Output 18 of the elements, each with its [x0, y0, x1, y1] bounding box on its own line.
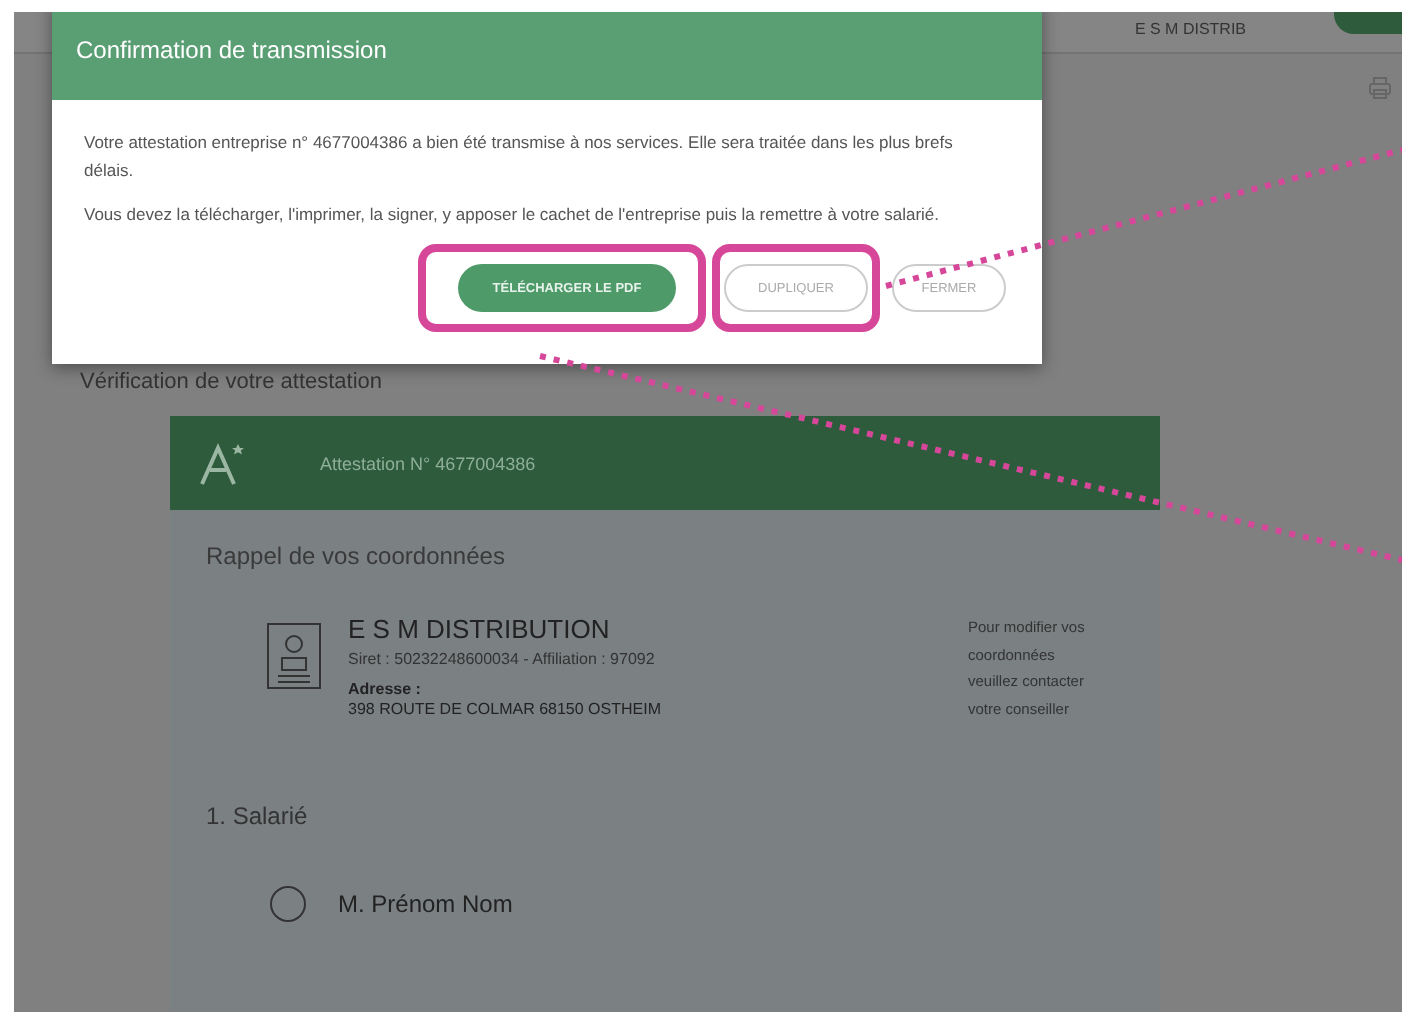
dialog-text: Votre attestation entreprise n° 4677004386 a bien été transmise à nos services. Elle sera traitée dans les plus brefs délais. — [84, 130, 955, 184]
page-title: Vérification de votre attestation — [80, 370, 385, 398]
company-name: E S M DISTRIBUTION — [348, 614, 612, 644]
company-ids: Siret : 50232248600034 - Affiliation : 97092 — [348, 650, 657, 668]
dialog-text: Vous devez la télécharger, l'imprimer, la signer, y apposer le cachet de l'entreprise puis la remettre à votre salarié. — [84, 202, 942, 228]
company-address: 398 ROUTE DE COLMAR 68150 OSTHEIM — [348, 700, 663, 718]
id-card-icon — [266, 618, 322, 690]
logo-icon — [196, 439, 248, 487]
employee-name: M. Prénom Nom — [338, 890, 513, 918]
printer-icon[interactable] — [1368, 76, 1392, 100]
dialog-title: Confirmation de transmission — [76, 36, 387, 64]
account-name[interactable]: E S M DISTRIB — [1134, 20, 1246, 38]
attestation-number: Attestation N° 4677004386 — [320, 453, 536, 473]
top-button[interactable] — [1334, 12, 1402, 34]
step-title: 1. Salarié — [206, 802, 310, 830]
radio-button[interactable] — [270, 886, 306, 922]
address-label: Adresse : — [348, 680, 423, 698]
section-title: Rappel de vos coordonnées — [206, 542, 507, 570]
